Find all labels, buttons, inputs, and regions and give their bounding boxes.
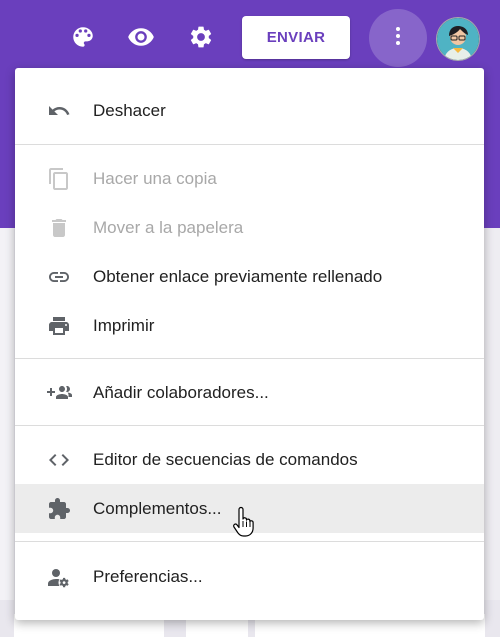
background-form-area bbox=[0, 228, 14, 637]
undo-icon bbox=[45, 97, 73, 125]
menu-divider bbox=[15, 358, 484, 359]
menu-item-label: Preferencias... bbox=[93, 566, 203, 586]
code-icon bbox=[45, 446, 73, 474]
menu-divider bbox=[15, 425, 484, 426]
user-settings-icon bbox=[45, 563, 73, 591]
puzzle-icon bbox=[45, 495, 73, 523]
menu-item-add-collaborators[interactable]: Añadir colaboradores... bbox=[15, 368, 484, 417]
send-button[interactable]: ENVIAR bbox=[242, 16, 350, 59]
menu-divider bbox=[15, 144, 484, 145]
copy-icon bbox=[45, 165, 73, 193]
menu-item-make-copy: Hacer una copia bbox=[15, 154, 484, 203]
hand-pointer-cursor-icon bbox=[232, 506, 256, 538]
menu-item-label: Editor de secuencias de comandos bbox=[93, 449, 358, 469]
menu-item-prefilled-link[interactable]: Obtener enlace previamente rellenado bbox=[15, 252, 484, 301]
menu-item-label: Imprimir bbox=[93, 315, 155, 335]
menu-item-label: Mover a la papelera bbox=[93, 217, 244, 237]
menu-divider bbox=[15, 541, 484, 542]
menu-item-label: Añadir colaboradores... bbox=[93, 382, 269, 402]
settings-button[interactable] bbox=[185, 21, 217, 53]
preview-button[interactable] bbox=[125, 21, 157, 53]
menu-item-print[interactable]: Imprimir bbox=[15, 301, 484, 350]
link-icon bbox=[45, 263, 73, 291]
menu-item-label: Hacer una copia bbox=[93, 168, 217, 188]
menu-item-preferences[interactable]: Preferencias... bbox=[15, 552, 484, 601]
menu-item-label: Obtener enlace previamente rellenado bbox=[93, 266, 383, 286]
menu-item-undo[interactable]: Deshacer bbox=[15, 86, 484, 135]
avatar[interactable] bbox=[436, 17, 480, 61]
trash-icon bbox=[45, 214, 73, 242]
print-icon bbox=[45, 312, 73, 340]
menu-item-move-to-trash: Mover a la papelera bbox=[15, 203, 484, 252]
menu-item-label: Complementos... bbox=[93, 498, 222, 518]
palette-icon bbox=[70, 24, 96, 50]
more-options-button[interactable] bbox=[369, 9, 427, 67]
avatar-illustration bbox=[437, 18, 479, 60]
palette-button[interactable] bbox=[67, 21, 99, 53]
background-side-area bbox=[484, 228, 500, 637]
more-vert-icon bbox=[386, 24, 410, 53]
menu-item-script-editor[interactable]: Editor de secuencias de comandos bbox=[15, 435, 484, 484]
add-people-icon bbox=[45, 379, 73, 407]
gear-icon bbox=[188, 24, 214, 50]
eye-icon bbox=[127, 23, 155, 51]
menu-item-label: Deshacer bbox=[93, 100, 166, 120]
